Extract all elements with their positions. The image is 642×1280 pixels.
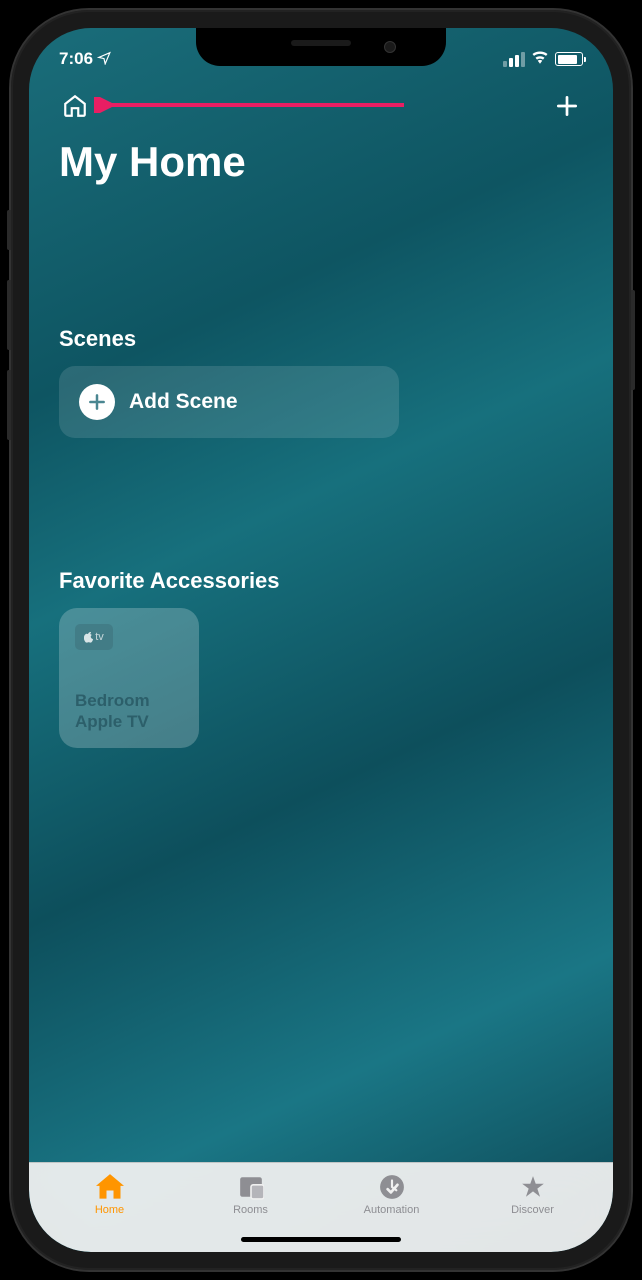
rooms-tab-icon — [236, 1173, 266, 1201]
tab-discover[interactable]: Discover — [462, 1173, 603, 1252]
add-button[interactable] — [551, 90, 583, 122]
device-camera — [384, 41, 396, 53]
device-notch — [196, 28, 446, 66]
status-right — [503, 49, 583, 69]
main-content: My Home Scenes Add Scene Favorite Access… — [29, 130, 613, 1162]
status-time: 7:06 — [59, 49, 93, 69]
screen: 7:06 — [29, 28, 613, 1252]
appletv-badge-text: tv — [95, 631, 104, 643]
accessory-name: Bedroom Apple TV — [75, 691, 183, 732]
cellular-signal-icon — [503, 52, 525, 67]
battery-icon — [555, 52, 583, 66]
favorites-section-header: Favorite Accessories — [59, 568, 583, 594]
annotation-arrow — [94, 97, 404, 113]
device-speaker — [291, 40, 351, 46]
device-frame: 7:06 — [11, 10, 631, 1270]
tab-label: Automation — [364, 1204, 420, 1216]
add-scene-label: Add Scene — [129, 390, 238, 414]
navigation-bar — [29, 78, 613, 130]
home-indicator[interactable] — [241, 1237, 401, 1242]
automation-tab-icon — [377, 1173, 407, 1201]
tab-label: Home — [95, 1204, 124, 1216]
appletv-icon: tv — [75, 624, 113, 650]
scenes-section-header: Scenes — [59, 326, 583, 352]
tab-home[interactable]: Home — [39, 1173, 180, 1252]
home-settings-button[interactable] — [59, 90, 91, 122]
plus-circle-icon — [79, 384, 115, 420]
tab-label: Rooms — [233, 1204, 268, 1216]
home-tab-icon — [95, 1173, 125, 1201]
device-side-button-right — [631, 290, 635, 390]
page-title: My Home — [59, 138, 583, 186]
tab-label: Discover — [511, 1204, 554, 1216]
status-left: 7:06 — [59, 49, 111, 69]
accessory-tile-bedroom-appletv[interactable]: tv Bedroom Apple TV — [59, 608, 199, 748]
discover-tab-icon — [518, 1173, 548, 1201]
add-scene-button[interactable]: Add Scene — [59, 366, 399, 438]
wifi-icon — [531, 49, 549, 69]
location-icon — [97, 51, 111, 68]
